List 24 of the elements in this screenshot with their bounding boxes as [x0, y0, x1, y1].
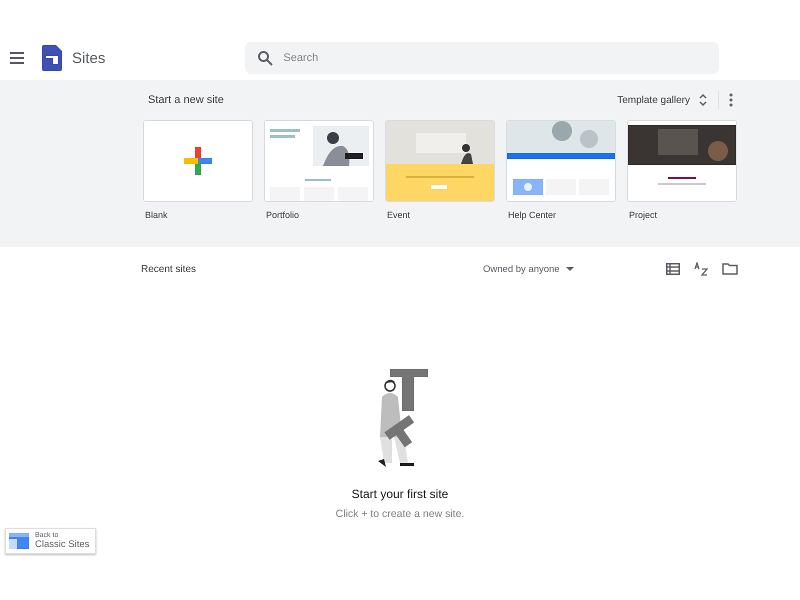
more-options-icon[interactable]: [727, 91, 735, 109]
search-icon: [257, 50, 274, 66]
app-title: Sites: [72, 50, 106, 66]
template-gallery-button[interactable]: Template gallery: [611, 92, 714, 108]
empty-state-hint: Click + to create a new site.: [336, 508, 464, 520]
owner-filter-dropdown[interactable]: Owned by anyone: [477, 262, 580, 276]
dropdown-arrow-icon: [566, 267, 574, 271]
classic-sites-icon: [9, 533, 29, 549]
template-label: Project: [629, 210, 658, 220]
template-label: Blank: [145, 210, 169, 220]
section-title: Start a new site: [148, 94, 225, 106]
search-field[interactable]: Search: [245, 42, 720, 74]
expand-icon: [698, 93, 708, 107]
list-view-icon[interactable]: [666, 263, 680, 275]
sites-logo-icon: [42, 45, 62, 71]
empty-state-title: Start your first site: [352, 487, 448, 501]
plus-icon: [184, 147, 212, 175]
template-label: Help Center: [508, 210, 558, 220]
template-label: Portfolio: [266, 210, 300, 220]
template-label: Event: [387, 210, 412, 220]
folder-icon[interactable]: [722, 263, 738, 275]
template-thumbnail[interactable]: [143, 120, 253, 202]
section-title: Recent sites: [141, 264, 198, 274]
sort-icon[interactable]: [694, 262, 708, 276]
